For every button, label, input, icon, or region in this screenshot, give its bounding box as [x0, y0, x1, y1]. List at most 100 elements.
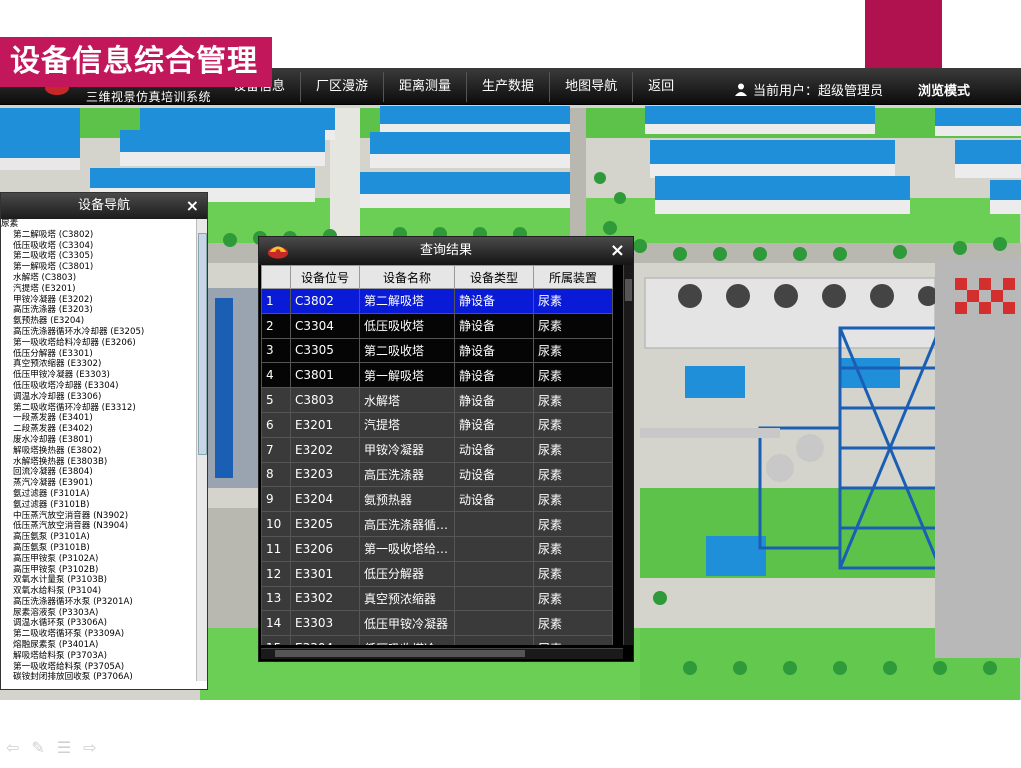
- tree-item[interactable]: 高压氨泵 (P3101B): [1, 543, 195, 554]
- row-index: 13: [261, 585, 291, 612]
- tree-item[interactable]: 尿素溶液泵 (P3303A): [1, 608, 195, 619]
- nav-map-navigation[interactable]: 地图导航: [550, 72, 634, 102]
- table-row[interactable]: 9 E3204 氨预热器 动设备 尿素: [261, 486, 613, 513]
- tree-item[interactable]: 低压分解器 (E3301): [1, 349, 195, 360]
- tree-item[interactable]: 高压洗涤器循环水泵 (P3201A): [1, 597, 195, 608]
- tree-item[interactable]: 水解塔换热器 (E3803B): [1, 457, 195, 468]
- tree-item[interactable]: 二段蒸发器 (E3402): [1, 424, 195, 435]
- tree-item[interactable]: 调温水循环泵 (P3306A): [1, 618, 195, 629]
- table-row[interactable]: 7 E3202 甲铵冷凝器 动设备 尿素: [261, 436, 613, 463]
- col-header-unit[interactable]: 所属装置: [533, 265, 613, 289]
- tree-item[interactable]: 第一解吸塔 (C3801): [1, 262, 195, 273]
- equipment-nav-close-icon[interactable]: ×: [186, 193, 199, 219]
- col-header-tag[interactable]: 设备位号: [290, 265, 360, 289]
- tree-item[interactable]: 解吸塔换热器 (E3802): [1, 446, 195, 457]
- equipment-tree-scrollbar[interactable]: [196, 219, 207, 681]
- table-row[interactable]: 5 C3803 水解塔 静设备 尿素: [261, 387, 613, 413]
- tree-item[interactable]: 氨预热器 (E3204): [1, 316, 195, 327]
- table-row[interactable]: 8 E3203 高压洗涤器 动设备 尿素: [261, 461, 613, 488]
- row-index: 14: [261, 610, 291, 637]
- tree-root-item[interactable]: 尿素: [1, 219, 195, 230]
- row-index: 1: [261, 288, 291, 314]
- tree-item[interactable]: 甲铵冷凝器 (E3202): [1, 295, 195, 306]
- tree-item[interactable]: 低压甲铵冷凝器 (E3303): [1, 370, 195, 381]
- tree-item[interactable]: 解吸塔给料泵 (P3703A): [1, 651, 195, 662]
- query-result-vscrollbar[interactable]: [623, 265, 633, 645]
- current-user: 当前用户：超级管理员: [735, 80, 883, 99]
- tree-item[interactable]: 水解塔 (C3803): [1, 273, 195, 284]
- tree-item[interactable]: 蒸汽冷凝器 (E3901): [1, 478, 195, 489]
- tree-item[interactable]: 高压洗涤器 (E3203): [1, 305, 195, 316]
- tree-item[interactable]: 回流冷凝器 (E3804): [1, 467, 195, 478]
- cell-tag: C3801: [290, 362, 360, 389]
- cell-tag: E3201: [290, 411, 360, 438]
- prev-arrow-icon[interactable]: ⇦: [6, 738, 19, 757]
- tree-item[interactable]: 调温水冷却器 (E3306): [1, 392, 195, 403]
- row-index: 5: [261, 387, 291, 413]
- nav-distance-measure[interactable]: 距离测量: [384, 72, 468, 102]
- col-header-type[interactable]: 设备类型: [454, 265, 534, 289]
- equipment-tree[interactable]: 尿素 第二解吸塔 (C3802) 低压吸收塔 (C3304) 第二吸收塔 (C3305…: [1, 219, 195, 681]
- tree-item[interactable]: 氨过滤器 (F3101A): [1, 489, 195, 500]
- table-row[interactable]: 14 E3303 低压甲铵冷凝器 尿素: [261, 610, 613, 637]
- col-header-name[interactable]: 设备名称: [359, 265, 455, 289]
- cell-type: [454, 585, 534, 612]
- tree-item[interactable]: 低压蒸汽放空消音器 (N3904): [1, 521, 195, 532]
- tree-item[interactable]: 中压蒸汽放空消音器 (N3902): [1, 511, 195, 522]
- table-row[interactable]: 2 C3304 低压吸收塔 静设备 尿素: [261, 312, 613, 339]
- tree-item[interactable]: 第二解吸塔 (C3802): [1, 230, 195, 241]
- menu-icon[interactable]: ☰: [57, 738, 71, 757]
- table-row[interactable]: 6 E3201 汽提塔 静设备 尿素: [261, 411, 613, 438]
- cell-name: 第一解吸塔: [359, 362, 455, 389]
- table-row[interactable]: 10 E3205 高压洗涤器循… 尿素: [261, 511, 613, 537]
- tree-item[interactable]: 氨过滤器 (F3101B): [1, 500, 195, 511]
- nav-production-data[interactable]: 生产数据: [467, 72, 551, 102]
- tree-item[interactable]: 真空预浓缩器 (E3302): [1, 359, 195, 370]
- slide-nav-icons: ⇦ ✎ ☰ ⇨: [6, 738, 97, 757]
- table-row[interactable]: 1 C3802 第二解吸塔 静设备 尿素: [261, 288, 613, 314]
- table-row[interactable]: 4 C3801 第一解吸塔 静设备 尿素: [261, 362, 613, 389]
- table-row[interactable]: 13 E3302 真空预浓缩器 尿素: [261, 585, 613, 612]
- pen-icon[interactable]: ✎: [31, 738, 44, 757]
- tree-item[interactable]: 一段蒸发器 (E3401): [1, 413, 195, 424]
- table-row[interactable]: 11 E3206 第一吸收塔给… 尿素: [261, 535, 613, 562]
- company-logo-icon: [267, 246, 289, 259]
- tree-item[interactable]: 第二吸收塔循环冷却器 (E3312): [1, 403, 195, 414]
- tree-item[interactable]: 第二吸收塔 (C3305): [1, 251, 195, 262]
- tree-item[interactable]: 熔融尿素泵 (P3401A): [1, 640, 195, 651]
- table-row[interactable]: 3 C3305 第二吸收塔 静设备 尿素: [261, 337, 613, 364]
- tree-item[interactable]: 双氧水计量泵 (P3103B): [1, 575, 195, 586]
- tree-item[interactable]: 汽提塔 (E3201): [1, 284, 195, 295]
- tree-item[interactable]: 低压吸收塔冷却器 (E3304): [1, 381, 195, 392]
- cell-unit: 尿素: [533, 387, 613, 413]
- table-row[interactable]: 12 E3301 低压分解器 尿素: [261, 560, 613, 587]
- tree-item[interactable]: 高压洗涤器循环水冷却器 (E3205): [1, 327, 195, 338]
- cell-tag: C3803: [290, 387, 360, 413]
- tree-item[interactable]: 高压甲铵泵 (P3102A): [1, 554, 195, 565]
- next-arrow-icon[interactable]: ⇨: [83, 738, 96, 757]
- row-index: 10: [261, 511, 291, 537]
- query-result-close-icon[interactable]: ×: [610, 237, 625, 265]
- cell-unit: 尿素: [533, 337, 613, 364]
- table-row[interactable]: 15E3304低压吸收塔冷… 尿素: [261, 635, 613, 645]
- nav-plant-roaming[interactable]: 厂区漫游: [301, 72, 385, 102]
- tree-item[interactable]: 废水冷却器 (E3801): [1, 435, 195, 446]
- tree-item[interactable]: 第二吸收塔循环泵 (P3309A): [1, 629, 195, 640]
- row-index: 4: [261, 362, 291, 389]
- row-index: 6: [261, 411, 291, 438]
- tree-item[interactable]: 低压吸收塔 (C3304): [1, 241, 195, 252]
- cell-name: 水解塔: [359, 387, 455, 413]
- tree-item[interactable]: 高压氨泵 (P3101A): [1, 532, 195, 543]
- nav-back[interactable]: 返回: [633, 72, 689, 102]
- tree-item[interactable]: 高压甲铵泵 (P3102B): [1, 565, 195, 576]
- tree-item[interactable]: 第一吸收塔给料泵 (P3705A): [1, 662, 195, 673]
- cell-unit: 尿素: [533, 461, 613, 488]
- browse-mode-indicator[interactable]: 浏览模式: [918, 80, 970, 99]
- cell-unit: 尿素: [533, 610, 613, 637]
- cell-name: 汽提塔: [359, 411, 455, 438]
- cell-name: 氨预热器: [359, 486, 455, 513]
- tree-item[interactable]: 双氧水给料泵 (P3104): [1, 586, 195, 597]
- query-result-hscrollbar[interactable]: [261, 648, 623, 659]
- tree-item[interactable]: 第一吸收塔给料冷却器 (E3206): [1, 338, 195, 349]
- tree-item[interactable]: 碳铵封闭排放回收泵 (P3706A): [1, 672, 195, 681]
